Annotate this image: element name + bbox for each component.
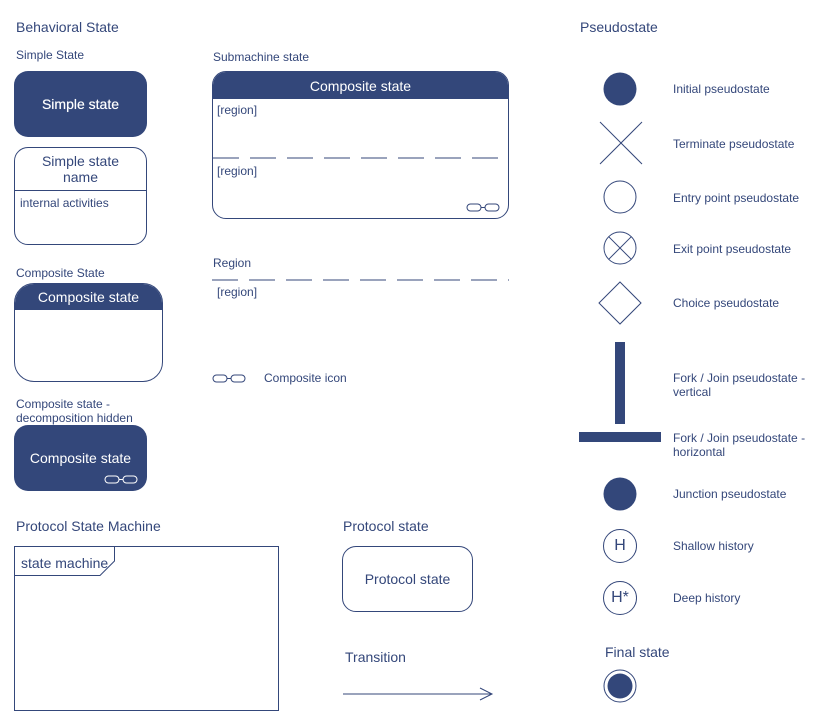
final-state-title: Final state: [605, 644, 670, 660]
composite-state-label: Composite State: [16, 266, 105, 280]
composite-state-hidden-text: Composite state: [29, 450, 132, 466]
protocol-state-title: Protocol state: [343, 518, 429, 534]
simple-state-label: Simple State: [16, 48, 85, 62]
protocol-state-machine-title: Protocol State Machine: [16, 518, 161, 534]
shallow-history-label: Shallow history: [673, 539, 754, 553]
pseudostate-title: Pseudostate: [580, 19, 658, 35]
deep-history-glyph: H*: [611, 589, 629, 606]
initial-pseudostate-label: Initial pseudostate: [673, 82, 770, 96]
deep-history-icon[interactable]: H*: [603, 581, 637, 615]
frame-tab-label: state machine: [21, 555, 109, 571]
exit-point-pseudostate-label: Exit point pseudostate: [673, 242, 792, 256]
protocol-state-shape[interactable]: Protocol state: [342, 546, 473, 612]
submachine-header: Composite state: [213, 72, 508, 99]
region-dashed-line: [212, 279, 509, 281]
fork-join-vertical-icon[interactable]: [615, 342, 625, 424]
simple-state-with-activities[interactable]: Simple state name internal activities: [14, 147, 147, 245]
shallow-history-glyph: H: [614, 537, 626, 554]
choice-pseudostate-label: Choice pseudostate: [673, 296, 780, 310]
final-state-icon[interactable]: [603, 669, 637, 703]
composite-icon: [212, 374, 246, 383]
simple-state-shape[interactable]: Simple state: [14, 71, 147, 137]
composite-icon: [104, 475, 138, 484]
fork-join-horizontal-label-line2: horizontal: [673, 445, 726, 459]
junction-pseudostate-label: Junction pseudostate: [673, 487, 787, 501]
fork-join-vertical-label-line1: Fork / Join pseudostate -: [673, 371, 806, 385]
region-label: Region: [213, 256, 252, 270]
shallow-history-icon[interactable]: H: [603, 529, 637, 563]
protocol-state-machine-frame[interactable]: state machine: [14, 546, 279, 711]
region-divider: [213, 157, 508, 159]
protocol-state-text: Protocol state: [364, 571, 451, 587]
submachine-state-label: Submachine state: [213, 50, 310, 64]
region-text: [region]: [217, 285, 258, 299]
terminate-pseudostate-label: Terminate pseudostate: [673, 137, 795, 151]
entry-point-pseudostate-icon[interactable]: [603, 180, 637, 214]
transition-arrow-icon[interactable]: [343, 687, 495, 701]
entry-point-pseudostate-label: Entry point pseudostate: [673, 191, 800, 205]
choice-pseudostate-icon[interactable]: [598, 281, 642, 325]
internal-activities: internal activities: [20, 196, 109, 210]
fork-join-vertical-label: Fork / Join pseudostate - vertical: [673, 371, 805, 399]
submachine-region-2: [region]: [217, 164, 258, 178]
simple-state-name: Simple state name: [15, 148, 146, 191]
deep-history-label: Deep history: [673, 591, 741, 605]
decomposition-hidden-label: Composite state - decomposition hidden: [16, 397, 133, 425]
junction-pseudostate-icon[interactable]: [603, 477, 637, 511]
initial-pseudostate-icon[interactable]: [603, 72, 637, 106]
behavioral-state-title: Behavioral State: [16, 19, 119, 35]
composite-icon-label: Composite icon: [264, 371, 347, 385]
composite-state-shape[interactable]: Composite state: [14, 283, 163, 382]
fork-join-horizontal-label-line1: Fork / Join pseudostate -: [673, 431, 806, 445]
composite-icon: [466, 203, 500, 212]
terminate-pseudostate-icon[interactable]: [599, 121, 643, 165]
submachine-state-shape[interactable]: Composite state [region] [region]: [212, 71, 509, 219]
submachine-region-1: [region]: [217, 103, 258, 117]
decomposition-hidden-label-line2: decomposition hidden: [16, 411, 133, 425]
composite-state-header: Composite state: [15, 284, 162, 310]
exit-point-pseudostate-icon[interactable]: [603, 231, 637, 265]
composite-state-hidden-shape[interactable]: Composite state: [14, 425, 147, 491]
simple-state-text: Simple state: [41, 96, 120, 112]
transition-title: Transition: [345, 649, 406, 665]
fork-join-horizontal-label: Fork / Join pseudostate - horizontal: [673, 431, 805, 459]
fork-join-vertical-label-line2: vertical: [673, 385, 712, 399]
fork-join-horizontal-icon[interactable]: [579, 432, 661, 442]
decomposition-hidden-label-line1: Composite state -: [16, 397, 111, 411]
